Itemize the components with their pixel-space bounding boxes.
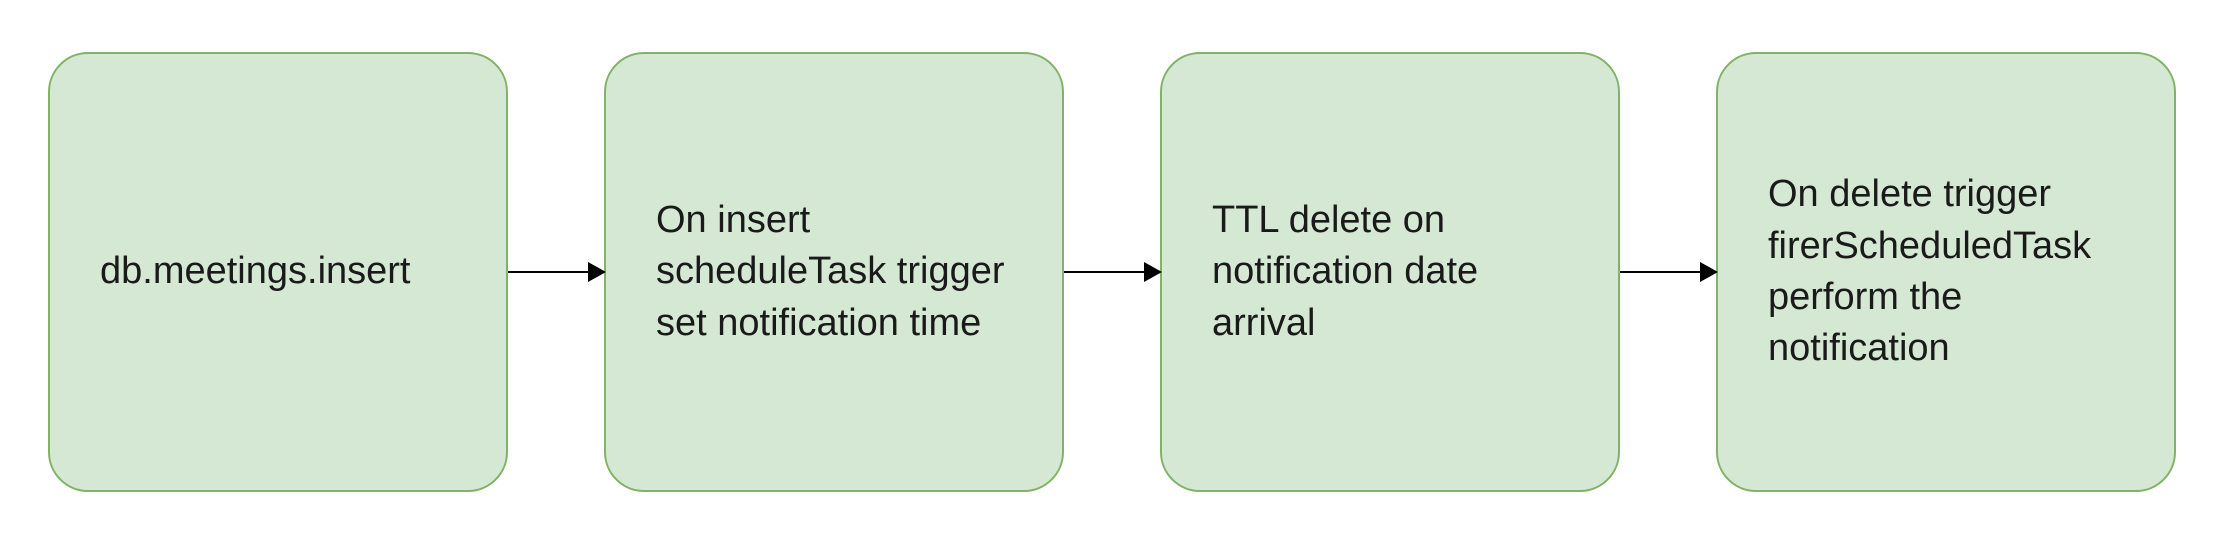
flow-node-label: TTL delete on notification date arrival bbox=[1212, 195, 1568, 349]
flow-node-3: TTL delete on notification date arrival bbox=[1160, 52, 1620, 492]
flow-node-label: On insert scheduleTask trigger set notif… bbox=[656, 195, 1012, 349]
flow-node-2: On insert scheduleTask trigger set notif… bbox=[604, 52, 1064, 492]
arrow-icon bbox=[508, 271, 604, 273]
arrow-icon bbox=[1064, 271, 1160, 273]
flow-node-1: db.meetings.insert bbox=[48, 52, 508, 492]
flow-row: db.meetings.insert On insert scheduleTas… bbox=[48, 52, 2176, 492]
diagram-container: db.meetings.insert On insert scheduleTas… bbox=[0, 0, 2224, 544]
flow-node-4: On delete trigger firerScheduledTask per… bbox=[1716, 52, 2176, 492]
flow-node-label: On delete trigger firerScheduledTask per… bbox=[1768, 169, 2124, 374]
flow-node-label: db.meetings.insert bbox=[100, 246, 411, 297]
arrow-icon bbox=[1620, 271, 1716, 273]
